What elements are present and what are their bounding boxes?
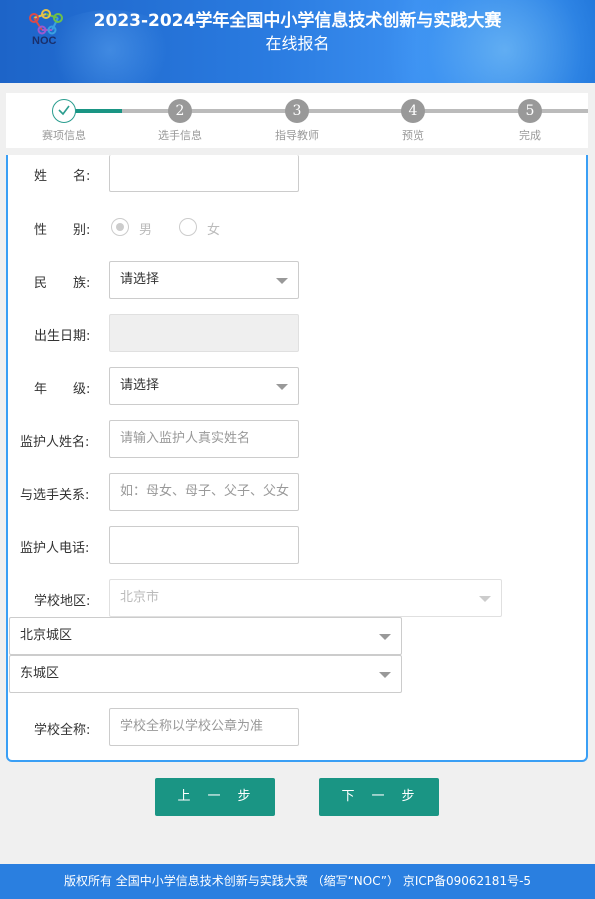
ethnicity-select[interactable]: 请选择: [109, 261, 299, 299]
relationship-placeholder: 如：母女、母子、父子、父女: [120, 484, 290, 499]
step-2: 2 选手信息: [122, 99, 238, 143]
page-subtitle: 在线报名: [265, 34, 330, 53]
ethnicity-label: 民 族:: [34, 276, 91, 291]
gender-option-male: 男: [139, 223, 153, 238]
footer-text: 版权所有 全国中小学信息技术创新与实践大赛 （缩写“NOC”） 京ICP备090…: [63, 874, 532, 888]
step-number: 5: [518, 99, 542, 123]
button-area: [6, 762, 588, 836]
birthdate-label: 出生日期:: [34, 329, 91, 344]
gender-radio-female[interactable]: [179, 218, 197, 236]
guardian-name-input[interactable]: 请输入监护人真实姓名: [109, 420, 299, 458]
gender-radio-male[interactable]: [111, 218, 129, 236]
birthdate-input[interactable]: [109, 314, 299, 352]
page-title: 2023-2024学年全国中小学信息技术创新与实践大赛: [93, 11, 502, 31]
checkmark-icon: [52, 99, 76, 123]
school-name-input[interactable]: 学校全称以学校公章为准: [109, 708, 299, 746]
chevron-down-icon: [276, 384, 288, 390]
step-number: 4: [401, 99, 425, 123]
grade-value: 请选择: [120, 378, 160, 393]
province-value: 北京市: [120, 590, 160, 605]
school-name-placeholder: 学校全称以学校公章为准: [120, 719, 264, 734]
district-select[interactable]: 东城区: [9, 655, 402, 693]
page-header: NOC 2023-2024学年全国中小学信息技术创新与实践大赛 在线报名: [0, 0, 595, 83]
name-label: 姓 名:: [34, 169, 91, 184]
district-value: 东城区: [20, 666, 60, 681]
progress-steps: 赛项信息 2 选手信息 3 指导教师 4 预览 5 完成: [6, 93, 588, 148]
form-panel: 姓 名: 性 别: 男 女 民 族: 请选择 出生日期: 年 级: 请选择 监护…: [6, 155, 588, 762]
guardian-name-placeholder: 请输入监护人真实姓名: [120, 431, 251, 446]
step-5: 5 完成: [472, 99, 588, 143]
city-value: 北京城区: [20, 628, 73, 643]
city-select[interactable]: 北京城区: [9, 617, 402, 655]
chevron-down-icon: [379, 634, 391, 640]
step-label: 赛项信息: [42, 129, 86, 142]
step-label: 选手信息: [158, 129, 202, 142]
gender-option-female: 女: [207, 223, 221, 238]
guardian-phone-label: 监护人电话:: [20, 541, 90, 556]
prev-step-button[interactable]: 上 一 步: [155, 778, 275, 816]
step-label: 预览: [402, 129, 424, 142]
ethnicity-value: 请选择: [120, 272, 160, 287]
relationship-input[interactable]: 如：母女、母子、父子、父女: [109, 473, 299, 511]
grade-select[interactable]: 请选择: [109, 367, 299, 405]
step-4: 4 预览: [355, 99, 471, 143]
step-3: 3 指导教师: [239, 99, 355, 143]
school-name-label: 学校全称:: [34, 723, 91, 738]
step-1: 赛项信息: [6, 99, 122, 143]
next-step-button[interactable]: 下 一 步: [319, 778, 439, 816]
step-number: 2: [168, 99, 192, 123]
guardian-name-label: 监护人姓名:: [20, 435, 90, 450]
chevron-down-icon: [276, 278, 288, 284]
chevron-down-icon: [379, 672, 391, 678]
guardian-phone-input[interactable]: [109, 526, 299, 564]
step-number: 3: [285, 99, 309, 123]
gender-label: 性 别:: [34, 223, 91, 238]
province-select[interactable]: 北京市: [109, 579, 502, 617]
grade-label: 年 级:: [34, 382, 91, 397]
chevron-down-icon: [479, 596, 491, 602]
name-input[interactable]: [109, 155, 299, 192]
page-footer: 版权所有 全国中小学信息技术创新与实践大赛 （缩写“NOC”） 京ICP备090…: [0, 864, 595, 899]
step-label: 指导教师: [275, 129, 319, 142]
step-label: 完成: [519, 129, 541, 142]
relationship-label: 与选手关系:: [20, 488, 90, 503]
school-region-label: 学校地区:: [34, 594, 91, 609]
